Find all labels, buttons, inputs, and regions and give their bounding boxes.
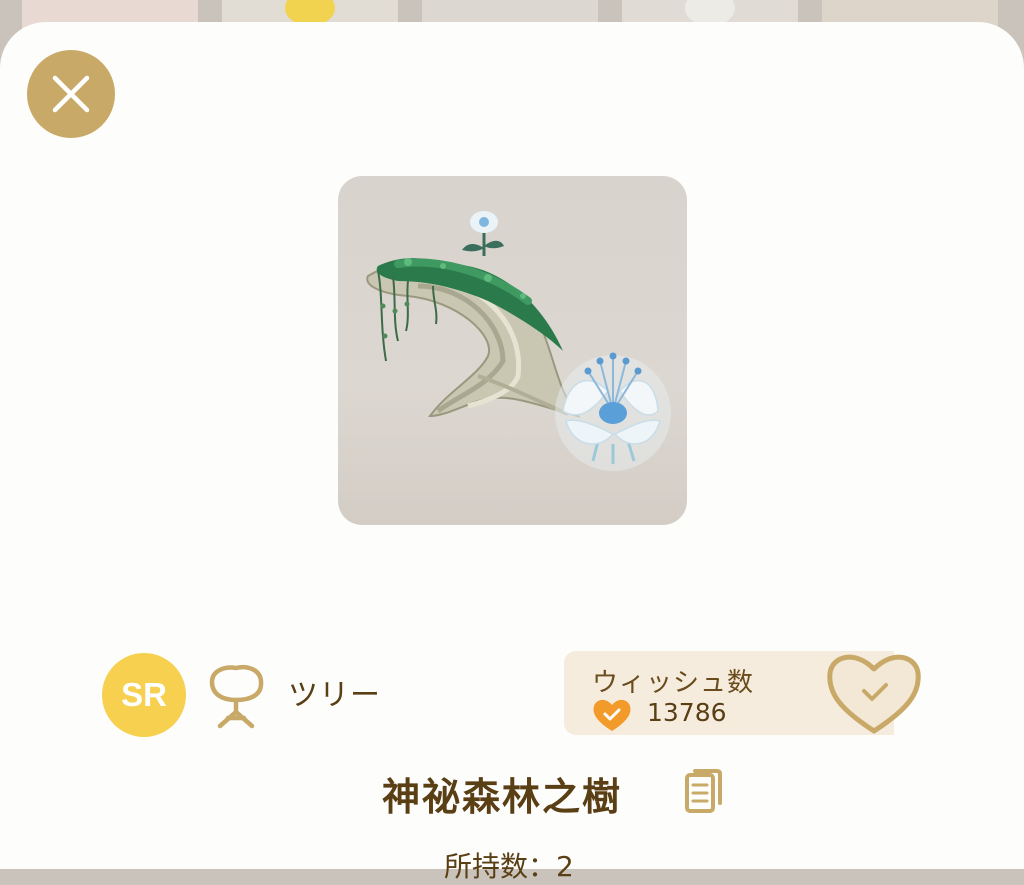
heart-check-icon <box>592 697 632 737</box>
heart-outline-check-icon <box>827 654 921 734</box>
close-icon <box>52 75 90 113</box>
wish-button[interactable] <box>824 647 924 741</box>
owned-count: 所持数：2 <box>444 850 574 883</box>
category-label: ツリー <box>288 678 381 713</box>
item-name: 神祕森林之樹 <box>382 775 623 819</box>
rarity-badge: SR <box>102 653 186 737</box>
wish-count-title: ウィッシュ数 <box>592 668 755 698</box>
mystic-tree-illustration <box>366 211 671 471</box>
copy-name-button[interactable] <box>683 767 723 819</box>
item-image <box>338 176 687 525</box>
copy-icon <box>685 769 722 813</box>
wish-count-value: 13786 <box>647 698 727 727</box>
close-button[interactable] <box>27 50 115 138</box>
tree-category-icon <box>200 660 272 736</box>
